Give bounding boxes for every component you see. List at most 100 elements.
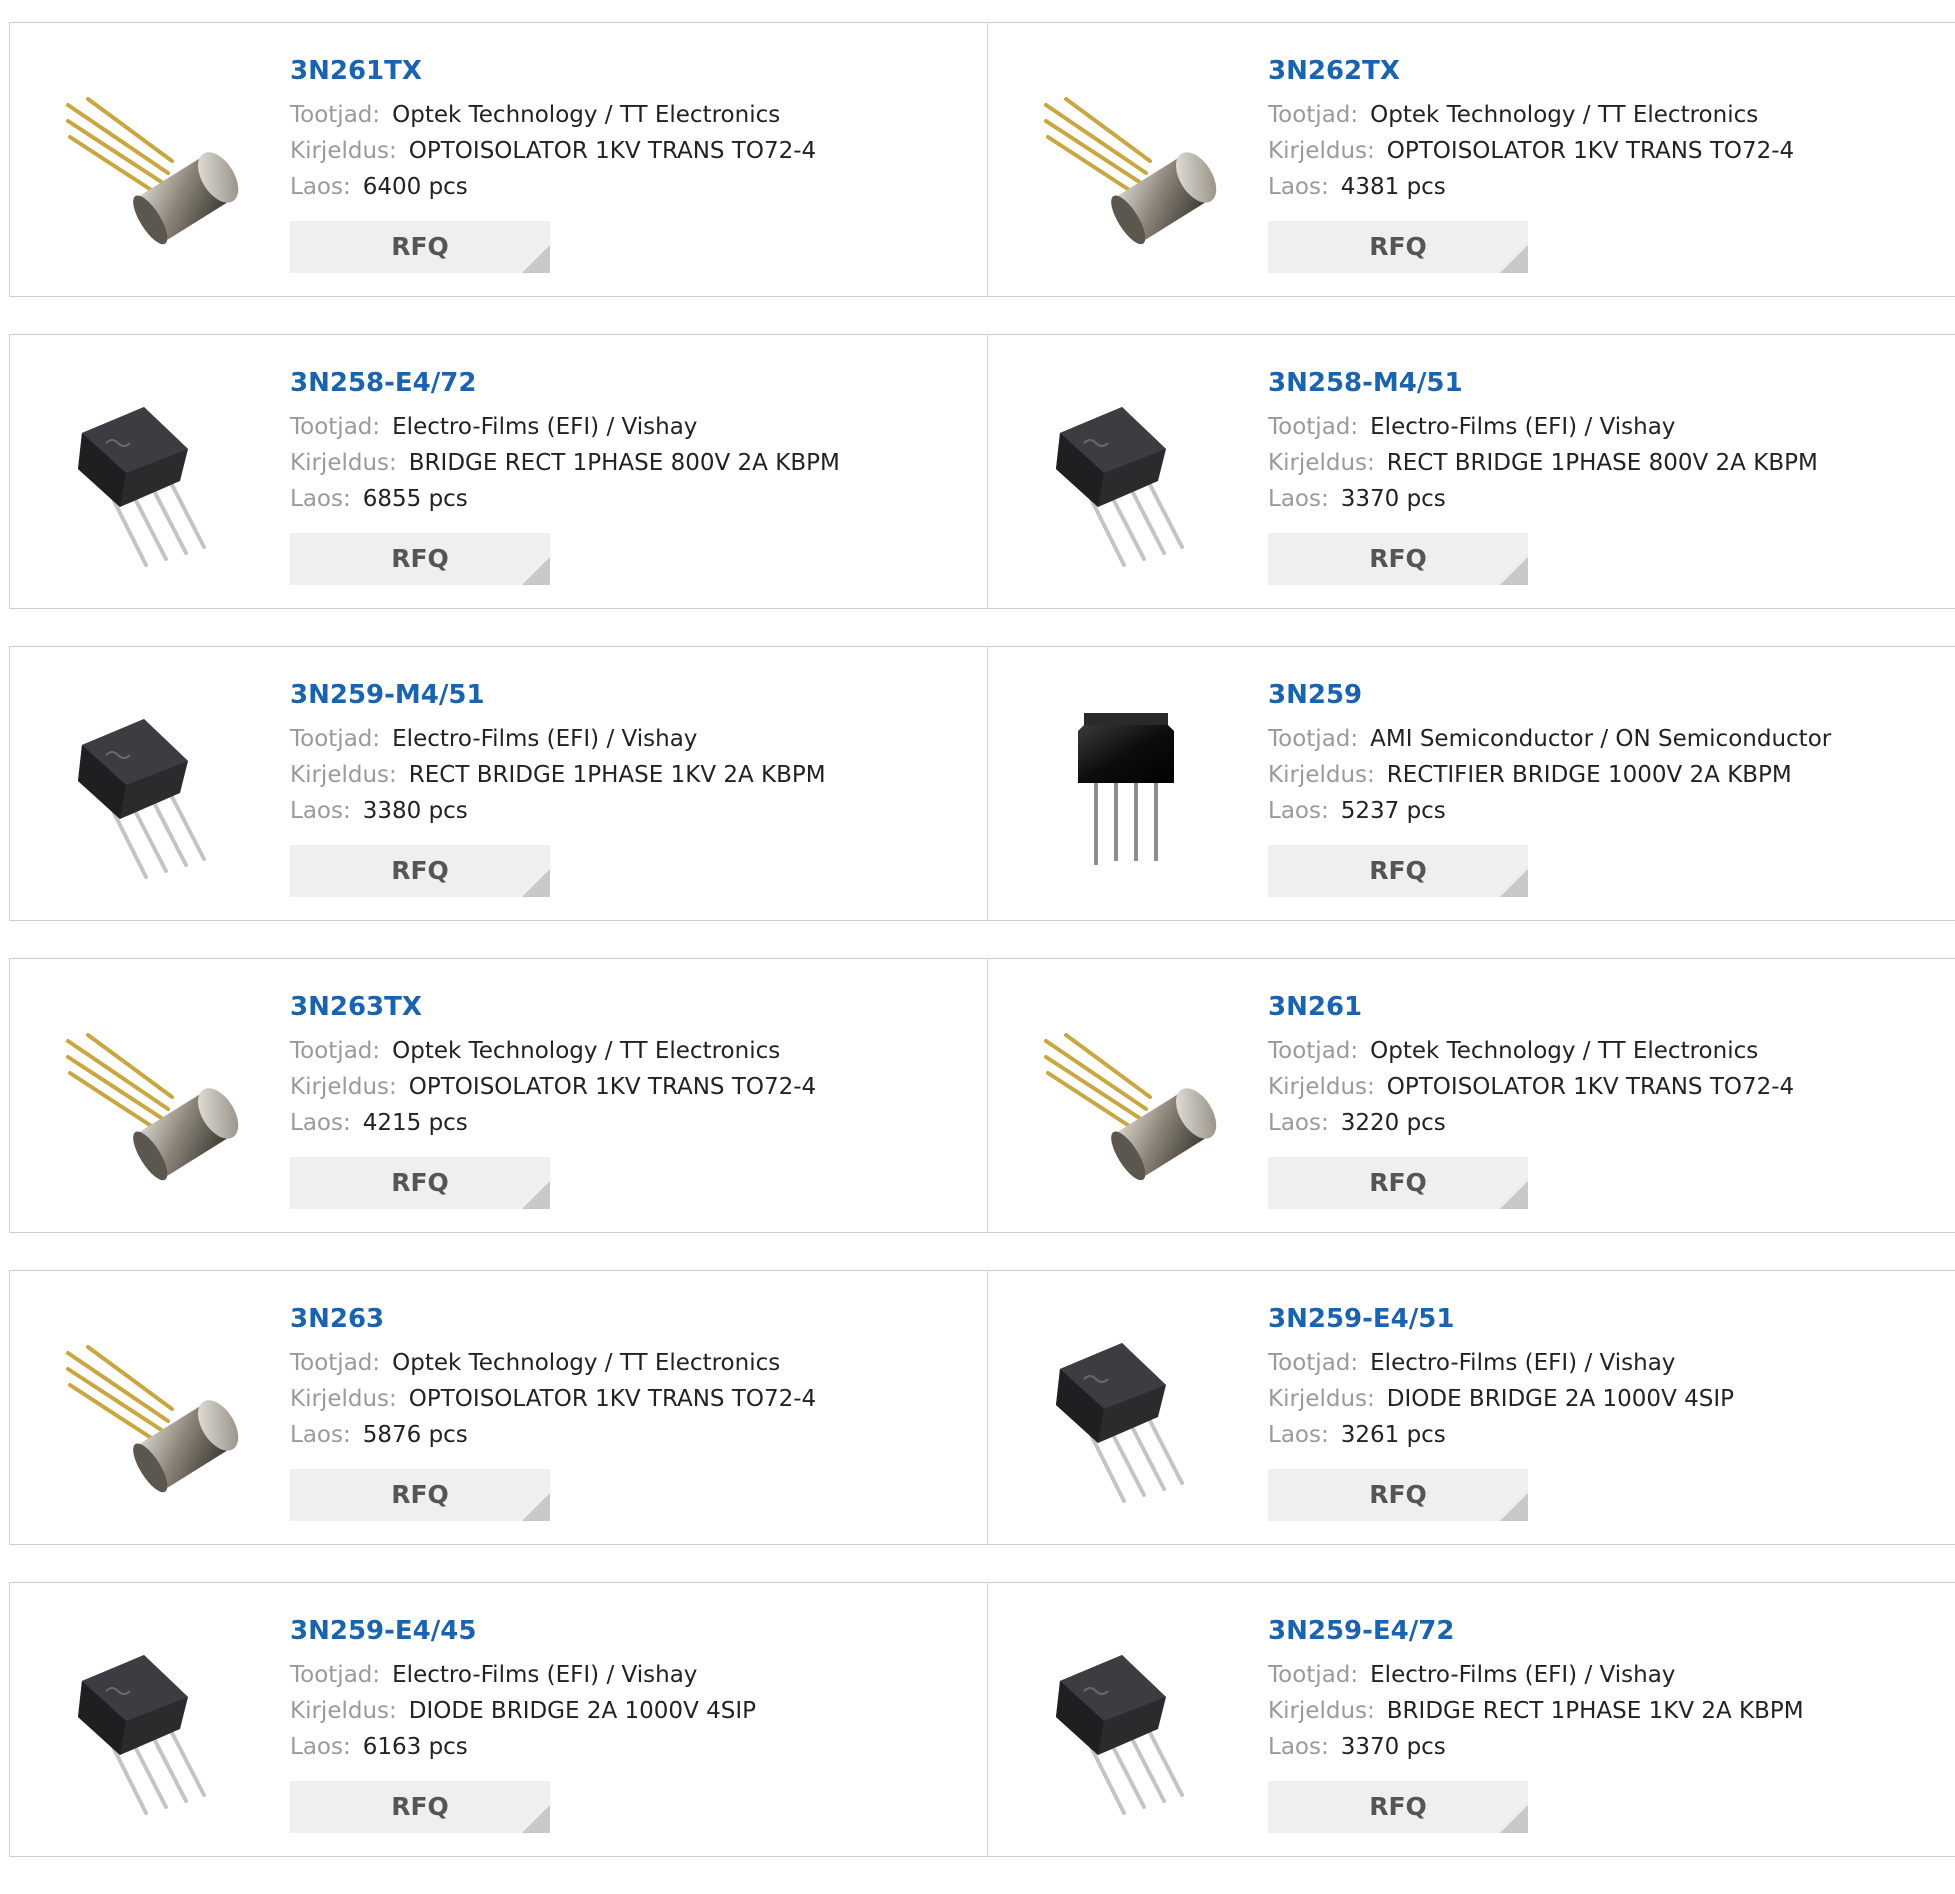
stock-line: Laos: 4215 pcs [290,1105,950,1141]
description-value: RECTIFIER BRIDGE 1000V 2A KBPM [1386,762,1792,788]
rfq-button[interactable]: RFQ [1268,1469,1528,1521]
description-label: Kirjeldus: [290,1386,397,1412]
description-label: Kirjeldus: [290,762,397,788]
rfq-button-label: RFQ [1369,856,1427,885]
corner-arrow-icon [522,1181,550,1209]
description-label: Kirjeldus: [290,1698,397,1724]
manufacturer-line: Tootjad: Electro-Films (EFI) / Vishay [1268,409,1928,445]
rfq-button[interactable]: RFQ [290,845,550,897]
to72-can-icon [66,97,239,245]
product-image[interactable] [48,61,248,261]
stock-label: Laos: [1268,174,1329,200]
to72-can-icon [66,1033,239,1181]
kbpm-bridge-icon [1056,1343,1184,1503]
product-title-link[interactable]: 3N261 [1268,987,1928,1027]
manufacturer-label: Tootjad: [290,102,381,128]
rfq-button-label: RFQ [1369,1168,1427,1197]
corner-arrow-icon [1500,1181,1528,1209]
product-image[interactable] [1026,685,1226,885]
rfq-button-label: RFQ [391,544,449,573]
rfq-button[interactable]: RFQ [1268,1157,1528,1209]
description-line: Kirjeldus: DIODE BRIDGE 2A 1000V 4SIP [1268,1381,1928,1417]
stock-label: Laos: [290,1422,351,1448]
stock-label: Laos: [1268,798,1329,824]
product-title-link[interactable]: 3N259-M4/51 [290,675,950,715]
product-title-link[interactable]: 3N263 [290,1299,950,1339]
product-info: 3N258-E4/72 Tootjad: Electro-Films (EFI) … [290,363,950,585]
manufacturer-label: Tootjad: [1268,726,1359,752]
product-title-link[interactable]: 3N259 [1268,675,1928,715]
rfq-button[interactable]: RFQ [1268,221,1528,273]
description-value: RECT BRIDGE 1PHASE 1KV 2A KBPM [408,762,826,788]
rfq-button-label: RFQ [391,232,449,261]
kbpm-bridge-icon [1056,407,1184,567]
description-line: Kirjeldus: BRIDGE RECT 1PHASE 1KV 2A KBPM [1268,1693,1928,1729]
product-image[interactable] [1026,373,1226,573]
product-title-link[interactable]: 3N261TX [290,51,950,91]
product-title-link[interactable]: 3N259-E4/72 [1268,1611,1928,1651]
product-title-link[interactable]: 3N258-M4/51 [1268,363,1928,403]
manufacturer-label: Tootjad: [290,1662,381,1688]
rfq-button[interactable]: RFQ [290,221,550,273]
stock-label: Laos: [1268,1734,1329,1760]
product-title-link[interactable]: 3N259-E4/51 [1268,1299,1928,1339]
stock-label: Laos: [1268,1422,1329,1448]
corner-arrow-icon [522,1493,550,1521]
description-value: OPTOISOLATOR 1KV TRANS TO72-4 [408,1386,817,1412]
corner-arrow-icon [1500,1493,1528,1521]
description-line: Kirjeldus: OPTOISOLATOR 1KV TRANS TO72-4 [290,133,950,169]
stock-line: Laos: 6400 pcs [290,169,950,205]
product-card: 3N259-M4/51 Tootjad: Electro-Films (EFI) … [9,646,988,921]
rfq-button[interactable]: RFQ [290,1157,550,1209]
product-image[interactable] [1026,61,1226,261]
product-image[interactable] [48,685,248,885]
product-card: 3N259-E4/45 Tootjad: Electro-Films (EFI) … [9,1582,988,1857]
product-info: 3N263 Tootjad: Optek Technology / TT Elec… [290,1299,950,1521]
product-info: 3N261 Tootjad: Optek Technology / TT Elec… [1268,987,1928,1209]
description-value: RECT BRIDGE 1PHASE 800V 2A KBPM [1386,450,1818,476]
product-image[interactable] [1026,997,1226,1197]
rfq-button-label: RFQ [391,1792,449,1821]
rfq-button[interactable]: RFQ [290,1469,550,1521]
stock-line: Laos: 5237 pcs [1268,793,1928,829]
stock-line: Laos: 3370 pcs [1268,1729,1928,1765]
manufacturer-label: Tootjad: [1268,102,1359,128]
manufacturer-value: Electro-Films (EFI) / Vishay [392,726,698,752]
product-info: 3N258-M4/51 Tootjad: Electro-Films (EFI) … [1268,363,1928,585]
description-label: Kirjeldus: [290,138,397,164]
kbpm-bridge-icon [78,719,206,879]
product-image[interactable] [1026,1621,1226,1821]
stock-line: Laos: 3370 pcs [1268,481,1928,517]
to72-can-icon [1044,1033,1217,1181]
rfq-button[interactable]: RFQ [1268,1781,1528,1833]
product-title-link[interactable]: 3N262TX [1268,51,1928,91]
stock-value: 3220 pcs [1340,1110,1446,1136]
product-title-link[interactable]: 3N263TX [290,987,950,1027]
description-label: Kirjeldus: [290,1074,397,1100]
product-image[interactable] [48,1309,248,1509]
product-title-link[interactable]: 3N259-E4/45 [290,1611,950,1651]
corner-arrow-icon [1500,245,1528,273]
manufacturer-value: Electro-Films (EFI) / Vishay [392,1662,698,1688]
rfq-button[interactable]: RFQ [1268,533,1528,585]
product-image[interactable] [48,1621,248,1821]
manufacturer-value: Electro-Films (EFI) / Vishay [1370,1350,1676,1376]
description-line: Kirjeldus: OPTOISOLATOR 1KV TRANS TO72-4 [290,1381,950,1417]
rfq-button-label: RFQ [1369,232,1427,261]
stock-value: 5876 pcs [362,1422,468,1448]
product-image[interactable] [48,373,248,573]
description-value: OPTOISOLATOR 1KV TRANS TO72-4 [1386,138,1795,164]
rfq-button-label: RFQ [1369,544,1427,573]
product-image[interactable] [1026,1309,1226,1509]
stock-line: Laos: 3380 pcs [290,793,950,829]
corner-arrow-icon [1500,869,1528,897]
rfq-button[interactable]: RFQ [290,533,550,585]
description-label: Kirjeldus: [1268,138,1375,164]
rfq-button[interactable]: RFQ [290,1781,550,1833]
description-label: Kirjeldus: [1268,762,1375,788]
product-image[interactable] [48,997,248,1197]
product-title-link[interactable]: 3N258-E4/72 [290,363,950,403]
stock-label: Laos: [1268,1110,1329,1136]
description-line: Kirjeldus: RECTIFIER BRIDGE 1000V 2A KBPM [1268,757,1928,793]
rfq-button[interactable]: RFQ [1268,845,1528,897]
